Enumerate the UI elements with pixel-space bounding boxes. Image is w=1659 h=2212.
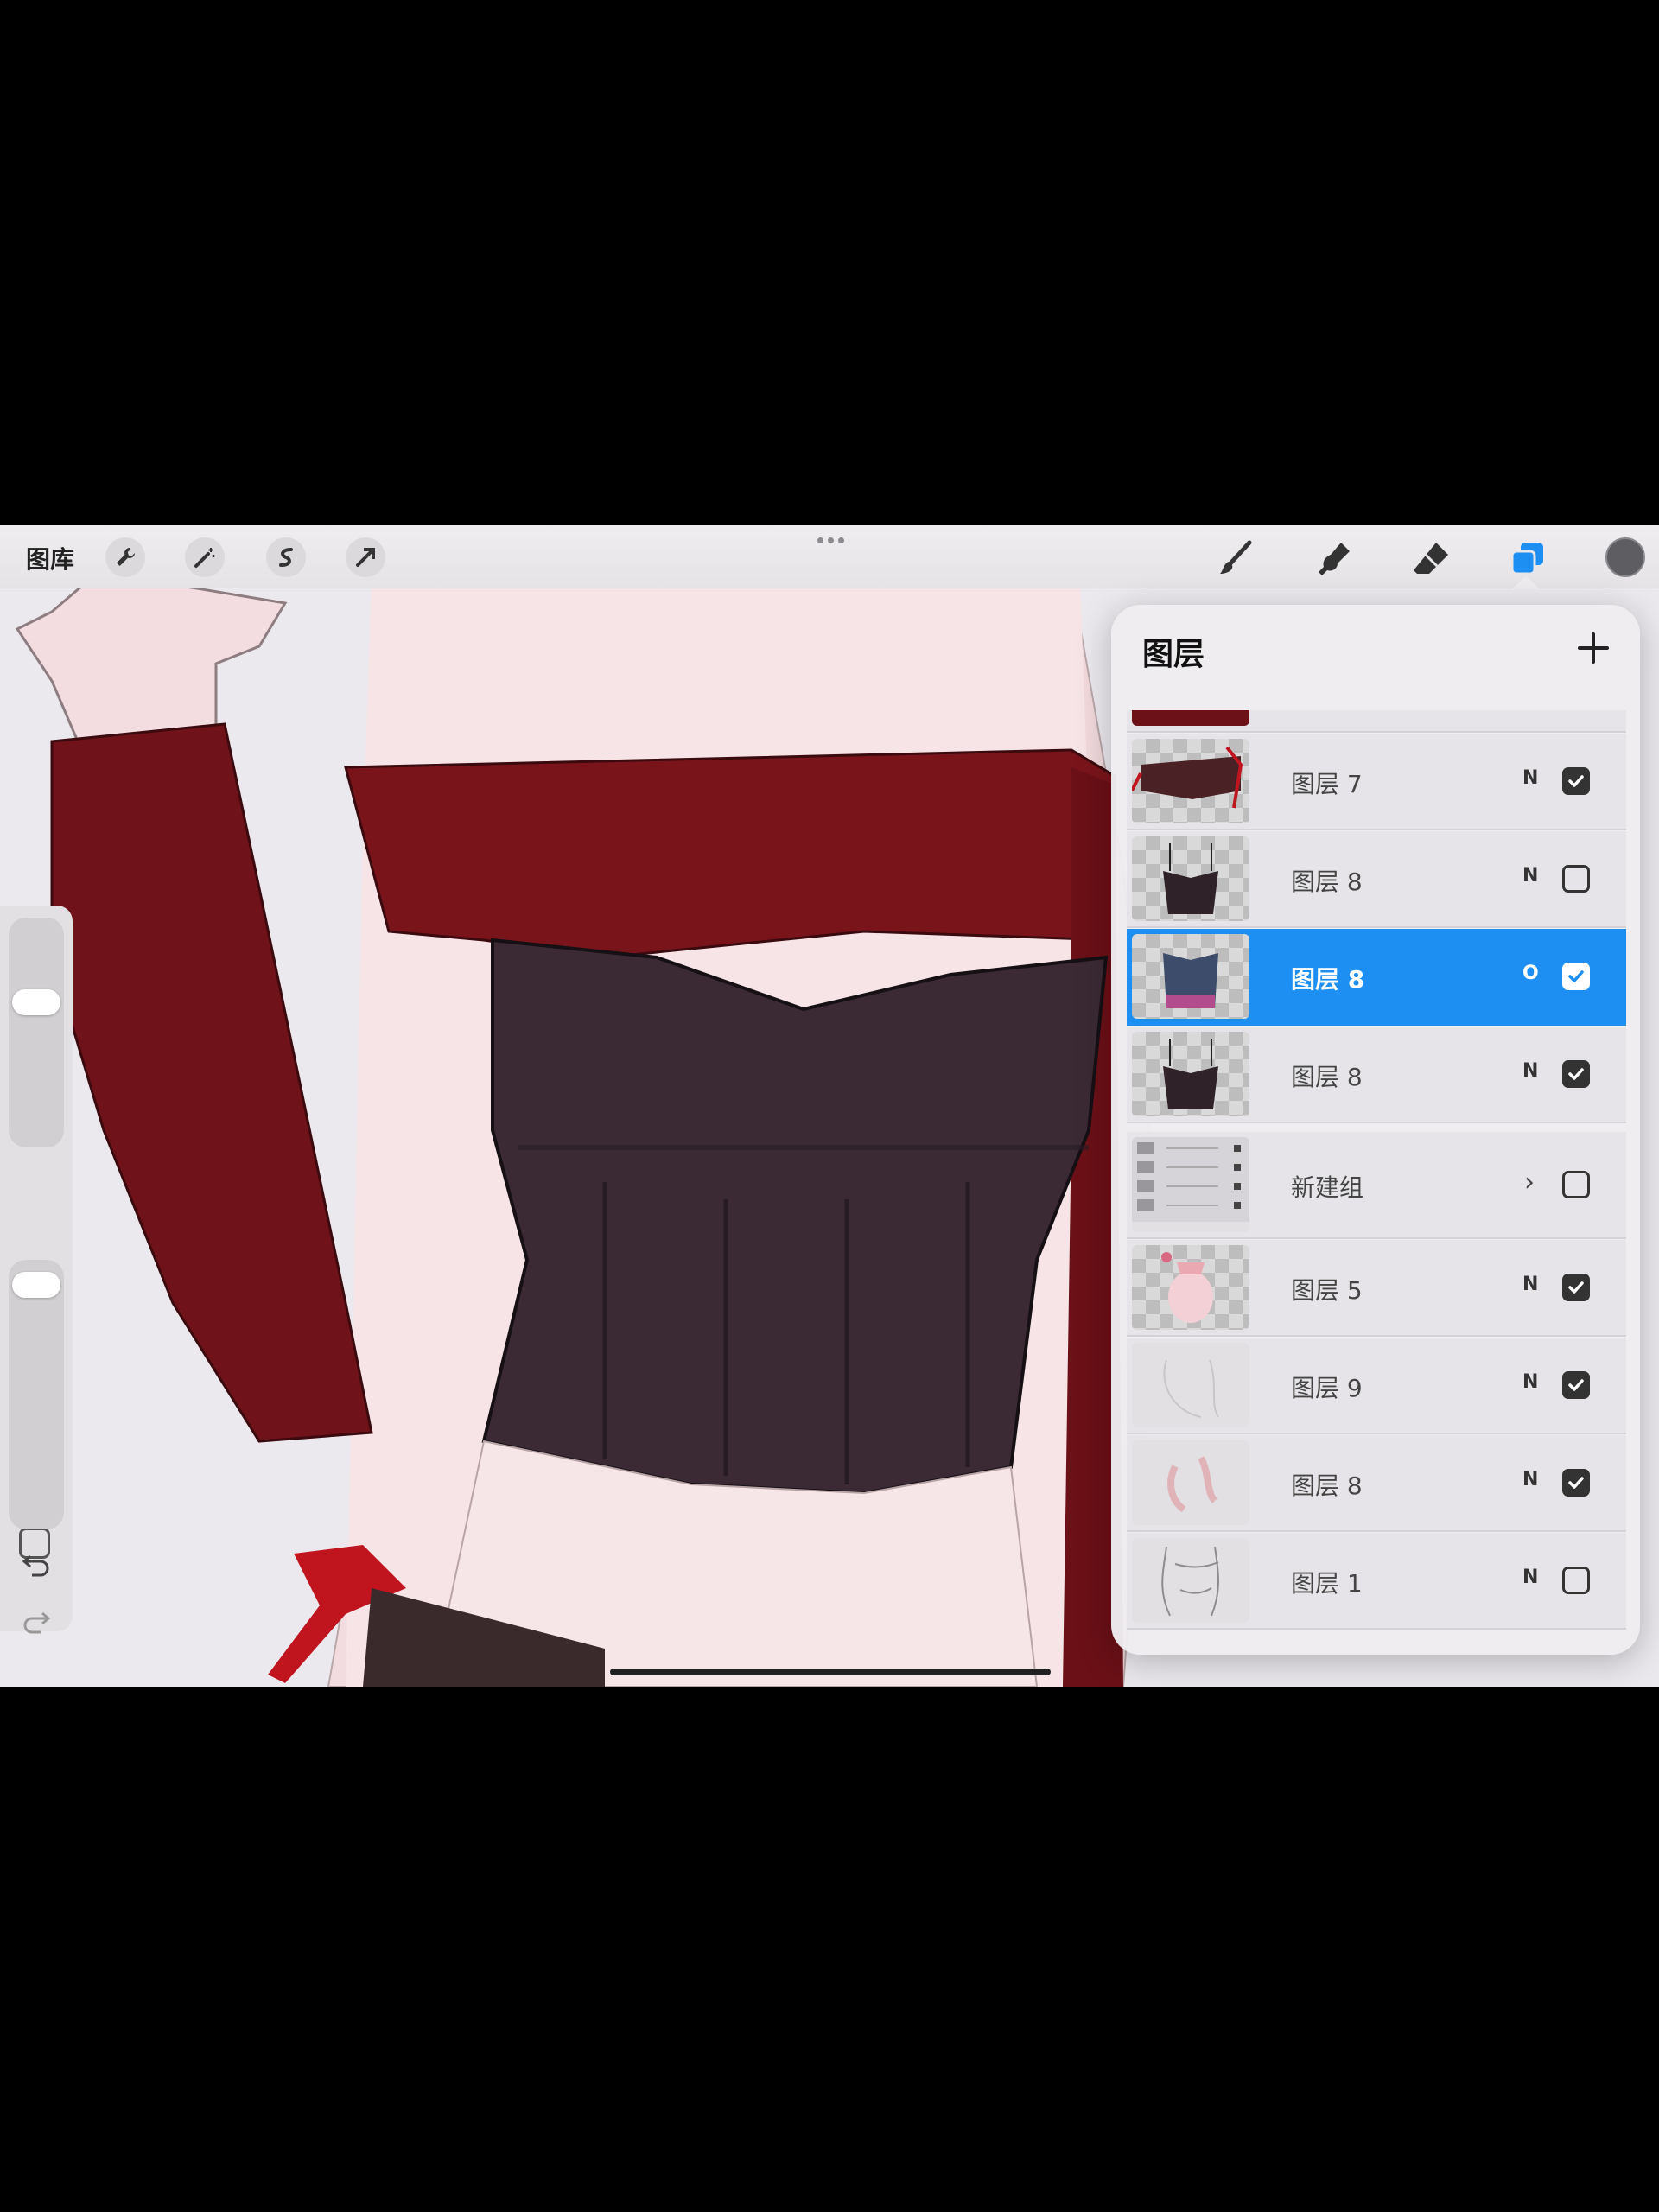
layer-row[interactable]: 图层 8 N bbox=[1127, 1027, 1626, 1123]
layer-name: 图层 7 bbox=[1291, 770, 1363, 798]
layer-row[interactable]: 图层 1 N bbox=[1127, 1533, 1626, 1630]
blend-mode-button[interactable]: N bbox=[1522, 865, 1538, 887]
layer-row[interactable]: 图层 7 N bbox=[1127, 734, 1626, 830]
selection-icon[interactable] bbox=[266, 537, 306, 577]
layer-visibility-checkbox[interactable] bbox=[1562, 1171, 1590, 1198]
blend-mode-button[interactable]: N bbox=[1522, 767, 1538, 789]
layer-row[interactable]: 图层 8 O bbox=[1127, 929, 1626, 1026]
layer-thumbnail[interactable] bbox=[1132, 1343, 1249, 1427]
blend-mode-button[interactable]: N bbox=[1522, 1274, 1538, 1295]
layer-row[interactable]: 图层 9 N bbox=[1127, 1338, 1626, 1434]
layer-thumbnail[interactable] bbox=[1132, 1440, 1249, 1525]
color-picker-button[interactable] bbox=[1605, 537, 1645, 577]
blend-mode-button[interactable]: O bbox=[1522, 963, 1539, 984]
chevron-right-icon[interactable]: › bbox=[1524, 1167, 1535, 1198]
layer-visibility-checkbox[interactable] bbox=[1562, 1060, 1590, 1088]
layers-panel-title: 图层 bbox=[1142, 637, 1205, 672]
layer-thumbnail[interactable] bbox=[1132, 710, 1249, 726]
eraser-icon[interactable] bbox=[1408, 536, 1453, 581]
layer-list[interactable]: 图层 7 N 图层 8 N 图层 8 O 图层 8 N 新建组 › 图层 5 N 图层 9 N 图层 8N图… bbox=[1127, 710, 1626, 1639]
more-dots-icon[interactable] bbox=[816, 537, 845, 550]
layer-visibility-checkbox[interactable] bbox=[1562, 1469, 1590, 1497]
layer-visibility-checkbox[interactable] bbox=[1562, 1371, 1590, 1399]
layer-group-row[interactable]: 新建组 › bbox=[1127, 1132, 1626, 1239]
layer-row[interactable]: 图层 8 N bbox=[1127, 1435, 1626, 1532]
layer-thumbnail[interactable] bbox=[1132, 934, 1249, 1019]
redo-icon[interactable] bbox=[19, 1604, 54, 1638]
brush-icon[interactable] bbox=[1213, 536, 1258, 581]
opacity-slider[interactable] bbox=[9, 1260, 64, 1529]
layer-name: 图层 9 bbox=[1291, 1374, 1363, 1402]
brush-size-slider[interactable] bbox=[9, 918, 64, 1147]
blend-mode-button[interactable]: N bbox=[1522, 1371, 1538, 1393]
layer-visibility-checkbox[interactable] bbox=[1562, 865, 1590, 893]
layer-thumbnail[interactable] bbox=[1132, 1032, 1249, 1116]
transform-arrow-icon[interactable] bbox=[346, 537, 385, 577]
brush-size-handle[interactable] bbox=[12, 989, 60, 1015]
procreate-screen: 图库 图层 图层 7 N 图层 8 N 图层 8 O 图层 8 N 新建组 › … bbox=[0, 525, 1659, 1687]
layer-thumbnail[interactable] bbox=[1132, 836, 1249, 921]
blend-mode-button[interactable]: N bbox=[1522, 1469, 1538, 1491]
wrench-icon[interactable] bbox=[105, 537, 145, 577]
undo-icon[interactable] bbox=[19, 1547, 54, 1581]
panel-pointer bbox=[1512, 575, 1540, 589]
layer-name: 图层 8 bbox=[1291, 868, 1363, 896]
layer-name: 图层 1 bbox=[1291, 1569, 1363, 1598]
add-layer-button[interactable] bbox=[1567, 622, 1619, 674]
layer-thumbnail[interactable] bbox=[1132, 1538, 1249, 1623]
opacity-handle[interactable] bbox=[12, 1272, 60, 1298]
left-sidebar bbox=[0, 906, 73, 1634]
layer-thumbnail[interactable] bbox=[1132, 1137, 1249, 1232]
layer-visibility-checkbox[interactable] bbox=[1562, 1274, 1590, 1301]
blend-mode-button[interactable]: N bbox=[1522, 1060, 1538, 1082]
layer-name: 图层 5 bbox=[1291, 1276, 1363, 1305]
layer-name: 图层 8 bbox=[1291, 1471, 1363, 1500]
layer-row[interactable]: 图层 5 N bbox=[1127, 1240, 1626, 1337]
home-indicator[interactable] bbox=[610, 1669, 1051, 1675]
smudge-icon[interactable] bbox=[1312, 536, 1357, 581]
gallery-button[interactable]: 图库 bbox=[26, 541, 74, 575]
layer-name: 图层 8 bbox=[1291, 1063, 1363, 1091]
layer-visibility-checkbox[interactable] bbox=[1562, 1567, 1590, 1594]
top-toolbar: 图库 bbox=[0, 525, 1659, 589]
layer-visibility-checkbox[interactable] bbox=[1562, 963, 1590, 990]
layer-thumbnail[interactable] bbox=[1132, 739, 1249, 823]
layer-row[interactable]: 图层 8 N bbox=[1127, 831, 1626, 928]
magic-wand-icon[interactable] bbox=[185, 537, 225, 577]
blend-mode-button[interactable]: N bbox=[1522, 1567, 1538, 1588]
layer-name: 图层 8 bbox=[1291, 965, 1365, 994]
layer-name: 新建组 bbox=[1291, 1173, 1364, 1202]
layers-icon[interactable] bbox=[1505, 536, 1550, 581]
layer-visibility-checkbox[interactable] bbox=[1562, 767, 1590, 795]
layer-row[interactable] bbox=[1127, 710, 1626, 733]
layer-thumbnail[interactable] bbox=[1132, 1245, 1249, 1330]
plus-icon bbox=[1578, 632, 1609, 664]
layers-panel: 图层 图层 7 N 图层 8 N 图层 8 O 图层 8 N 新建组 › 图层 5 N 图层 9 N 图层 … bbox=[1111, 605, 1640, 1655]
